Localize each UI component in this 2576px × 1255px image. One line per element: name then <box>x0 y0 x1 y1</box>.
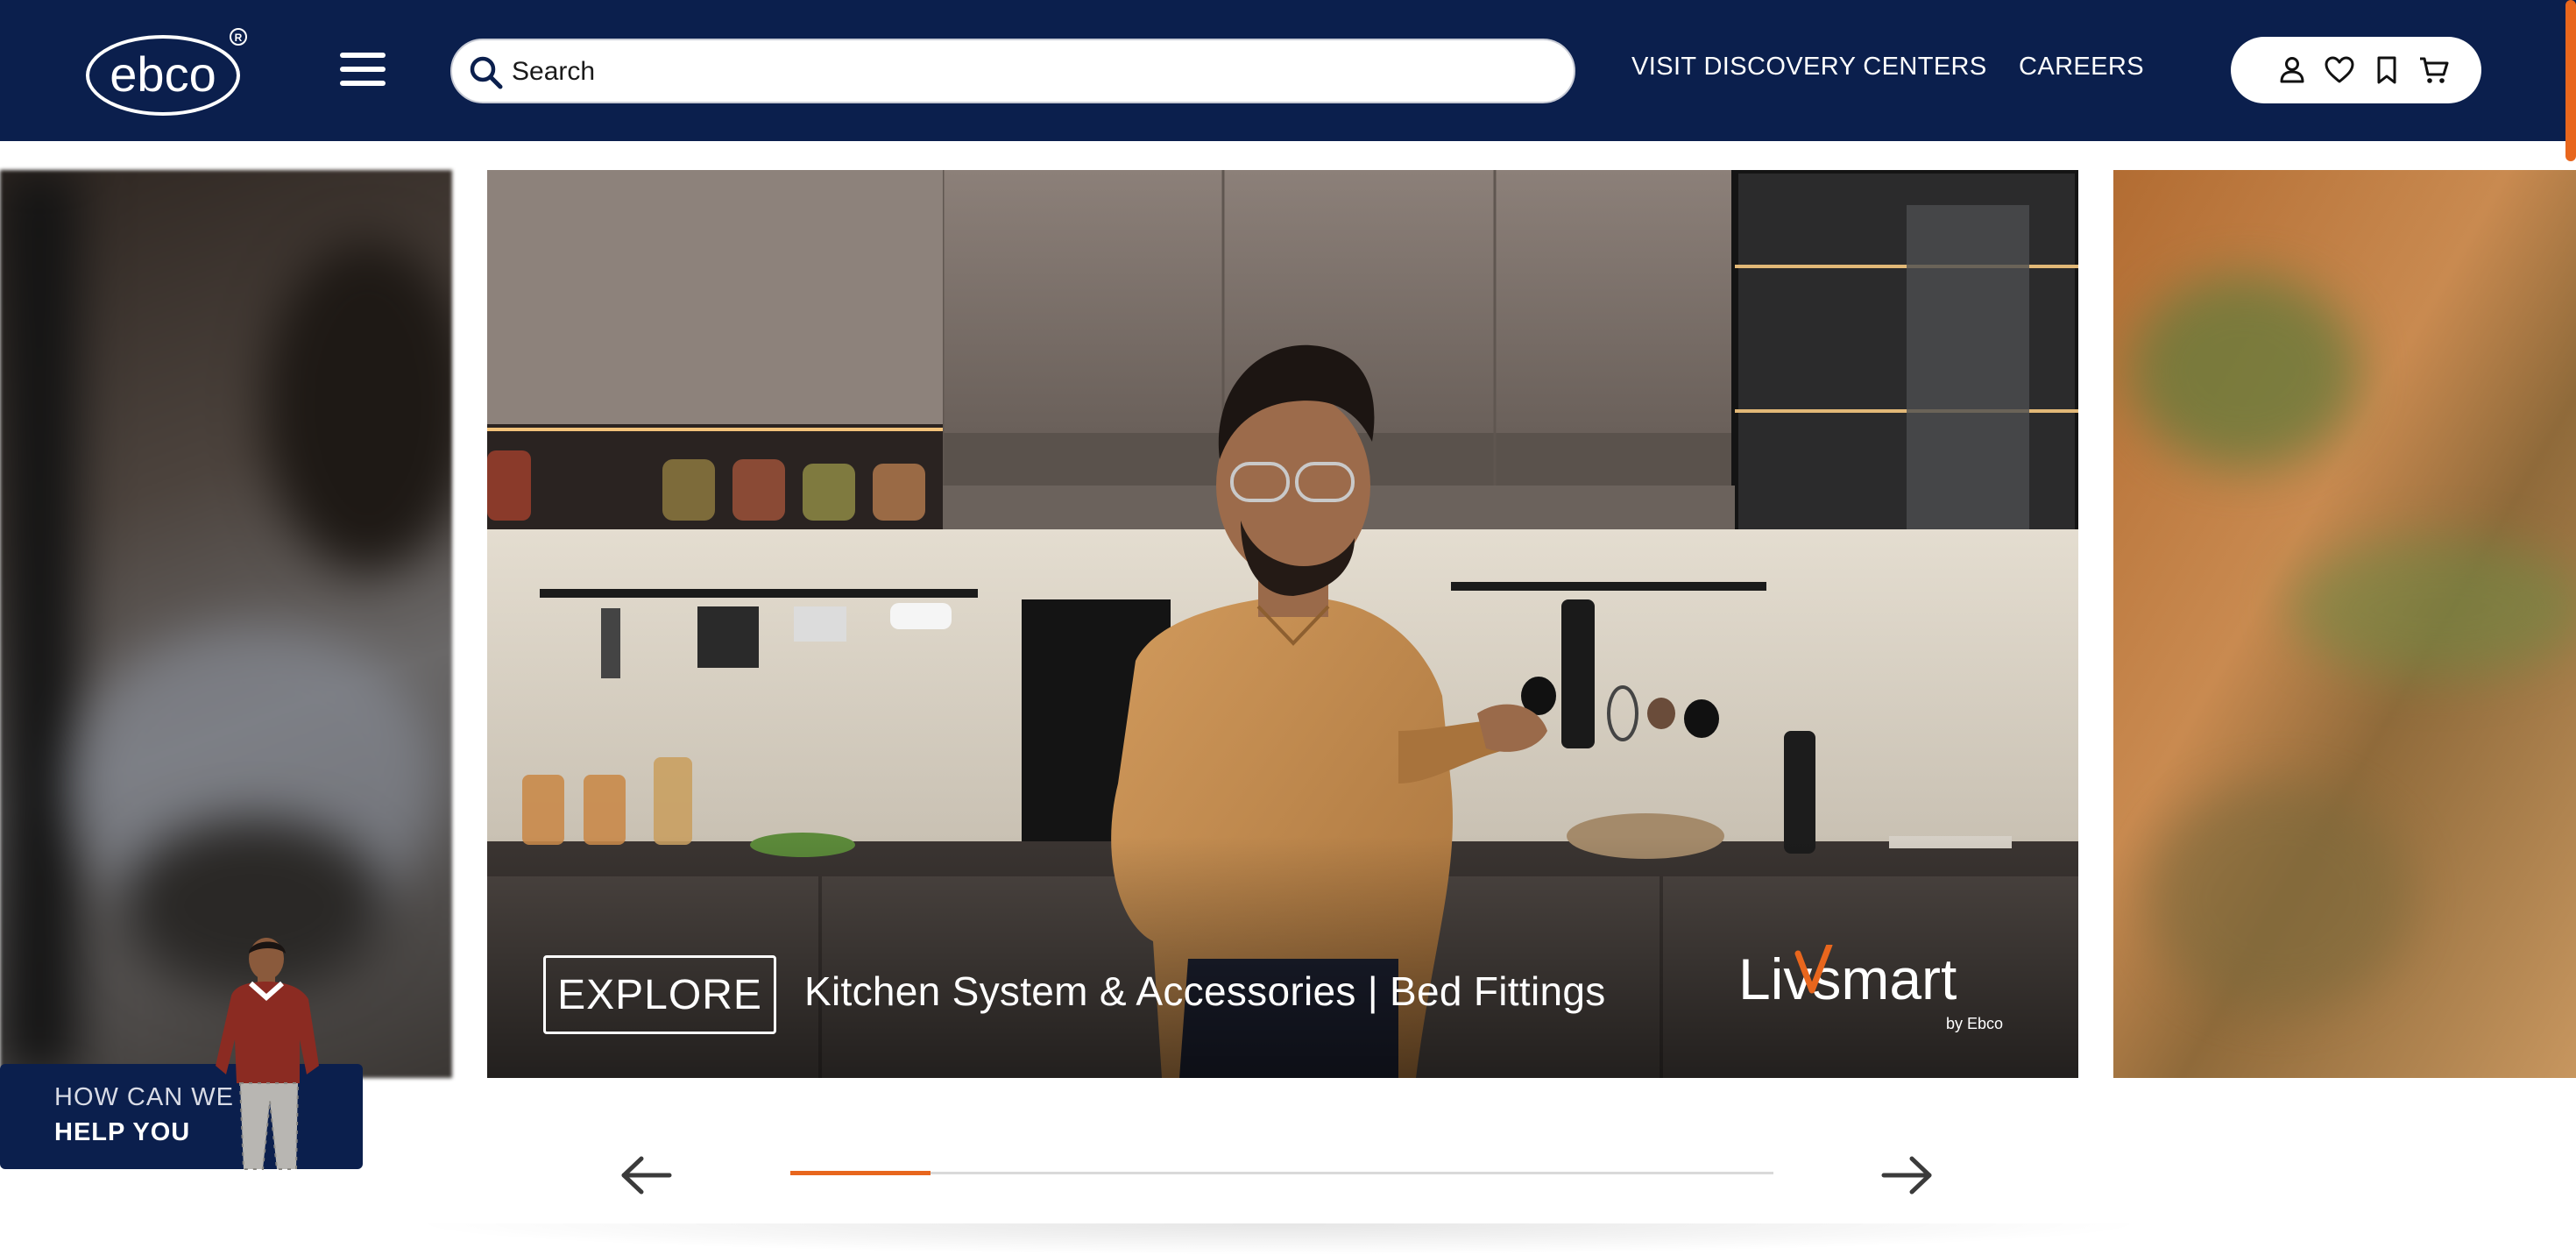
account-actions <box>2231 37 2481 103</box>
livsmart-logo: Livsmart by Ebco <box>1738 945 2003 1032</box>
search-icon <box>470 56 503 89</box>
site-header: ebco R VISIT DISCOVERY CENTERS CAREERS <box>0 0 2576 141</box>
bookmark-icon[interactable] <box>2371 54 2403 86</box>
help-text-line1: HOW CAN WE <box>54 1083 234 1111</box>
hero-image <box>487 170 2078 1078</box>
user-icon[interactable] <box>2276 54 2308 86</box>
carousel-progress <box>790 1171 1773 1175</box>
arrow-left-icon[interactable] <box>619 1153 675 1197</box>
svg-text:by Ebco: by Ebco <box>1946 1015 2003 1032</box>
explore-button[interactable]: EXPLORE <box>543 955 776 1034</box>
arrow-right-icon[interactable] <box>1879 1153 1935 1197</box>
careers-link[interactable]: CAREERS <box>2019 53 2144 88</box>
visit-discovery-centers-link[interactable]: VISIT DISCOVERY CENTERS <box>1631 53 1987 88</box>
ebco-logo[interactable]: ebco R <box>84 26 249 117</box>
cart-icon[interactable] <box>2418 54 2450 86</box>
search-bar[interactable] <box>450 39 1575 103</box>
page: ebco R VISIT DISCOVERY CENTERS CAREERS <box>0 0 2576 1255</box>
svg-text:Livsmart: Livsmart <box>1738 947 1957 1011</box>
svg-text:R: R <box>235 32 243 44</box>
logo-wordmark: ebco <box>110 46 216 102</box>
help-widget[interactable]: HOW CAN WE HELP YOU <box>0 934 364 1171</box>
active-slide[interactable]: EXPLORE Kitchen System & Accessories | B… <box>487 170 2078 1078</box>
page-scrollbar[interactable] <box>2565 0 2576 161</box>
heart-icon[interactable] <box>2324 54 2355 86</box>
slide-tagline: Kitchen System & Accessories | Bed Fitti… <box>804 968 1606 1014</box>
next-slide-preview[interactable] <box>2113 170 2576 1078</box>
section-divider-shadow <box>403 1223 2155 1255</box>
menu-icon[interactable] <box>336 49 389 89</box>
help-text-line2: HELP YOU <box>54 1118 191 1146</box>
carousel-progress-fill <box>790 1171 931 1175</box>
assistant-avatar-icon <box>216 938 319 1170</box>
search-input[interactable] <box>512 49 1546 95</box>
